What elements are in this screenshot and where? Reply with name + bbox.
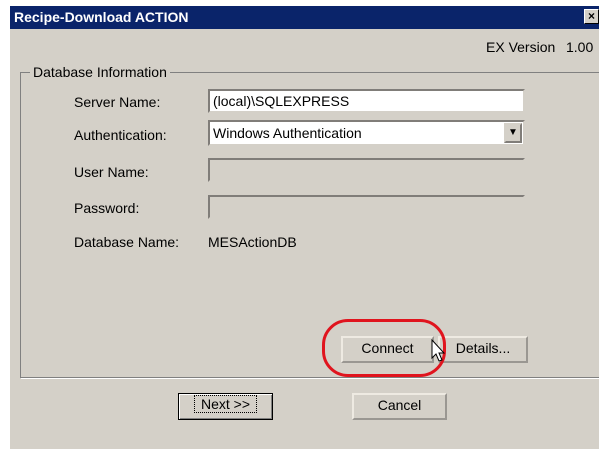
cancel-label: Cancel xyxy=(377,397,422,413)
password-input[interactable] xyxy=(208,195,525,219)
authentication-value: Windows Authentication xyxy=(213,125,362,141)
close-icon: × xyxy=(587,9,595,23)
user-name-input[interactable] xyxy=(208,158,525,182)
user-name-label: User Name: xyxy=(74,164,149,180)
server-name-label: Server Name: xyxy=(74,94,161,110)
title-bar[interactable]: Recipe-Download ACTION × xyxy=(10,6,599,29)
version-value: 1.00 xyxy=(566,39,594,55)
window-title: Recipe-Download ACTION xyxy=(14,9,189,25)
password-label: Password: xyxy=(74,200,140,216)
recipe-download-dialog: Recipe-Download ACTION × EX Version 1.00… xyxy=(10,6,599,449)
details-label: Details... xyxy=(455,340,511,356)
details-button[interactable]: Details... xyxy=(438,336,528,363)
next-label: Next >> xyxy=(193,395,258,413)
authentication-select[interactable]: Windows Authentication ▼ xyxy=(208,120,525,146)
next-button[interactable]: Next >> xyxy=(178,393,273,420)
database-information-group xyxy=(20,72,599,378)
connect-highlight-circle xyxy=(322,319,446,377)
database-name-label: Database Name: xyxy=(74,234,180,250)
mouse-pointer-icon xyxy=(431,339,445,362)
version-label: EX Version xyxy=(486,39,556,55)
close-button[interactable]: × xyxy=(584,9,599,24)
database-name-value: MESActionDB xyxy=(208,234,297,250)
group-title: Database Information xyxy=(30,64,170,80)
chevron-down-icon[interactable]: ▼ xyxy=(504,123,522,143)
cancel-button[interactable]: Cancel xyxy=(352,393,447,420)
authentication-label: Authentication: xyxy=(74,127,167,143)
server-name-input[interactable]: (local)\SQLEXPRESS xyxy=(208,89,525,113)
